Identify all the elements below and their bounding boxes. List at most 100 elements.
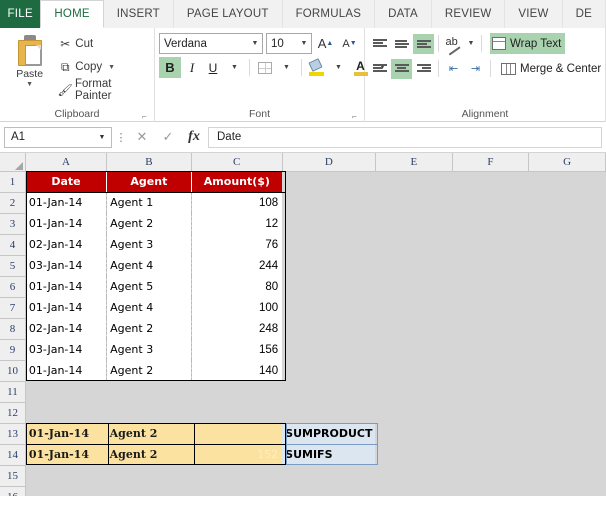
ribbon-tab-data[interactable]: DATA [375, 0, 432, 28]
cell-g10[interactable] [528, 360, 606, 381]
align-bottom-button[interactable] [413, 33, 434, 54]
cell-g14[interactable] [528, 444, 606, 465]
paste-dropdown-arrow[interactable]: ▼ [26, 81, 33, 88]
cell-f3[interactable] [452, 213, 529, 234]
increase-font-size-button[interactable]: A ▲ [315, 33, 336, 54]
chevron-down-icon[interactable]: ▼ [297, 40, 311, 47]
cell-e1[interactable] [375, 171, 453, 192]
enter-icon[interactable]: ✓ [156, 127, 180, 148]
align-middle-button[interactable] [391, 34, 412, 54]
cell-d15[interactable] [282, 465, 376, 486]
cell-c8[interactable]: 248 [191, 318, 283, 339]
align-top-button[interactable] [369, 34, 390, 54]
cell-d10[interactable] [282, 360, 376, 381]
cell-c15[interactable] [191, 465, 283, 486]
cell-a4[interactable]: 02-Jan-14 [25, 234, 108, 255]
align-center-button[interactable] [391, 58, 412, 79]
cell-e15[interactable] [375, 465, 453, 486]
cell-f5[interactable] [452, 255, 529, 276]
cell-g12[interactable] [528, 402, 606, 423]
cell-b7[interactable]: Agent 4 [106, 297, 192, 318]
cell-g13[interactable] [528, 423, 606, 444]
orientation-button[interactable]: ab [443, 34, 464, 56]
cell-a16[interactable] [25, 486, 107, 496]
cell-d9[interactable] [282, 339, 376, 360]
cell-a10[interactable]: 01-Jan-14 [25, 360, 108, 381]
column-header-a[interactable]: A [25, 153, 108, 172]
cell-f7[interactable] [452, 297, 529, 318]
borders-button[interactable] [254, 57, 275, 78]
cell-e11[interactable] [375, 381, 453, 402]
cell-b11[interactable] [106, 381, 192, 402]
formula-bar-handle[interactable]: ⋮ [112, 131, 130, 144]
column-header-g[interactable]: G [528, 153, 606, 172]
format-painter-button[interactable]: 🖌 Format Painter [55, 78, 150, 102]
cell-a9[interactable]: 03-Jan-14 [25, 339, 108, 360]
cell-c3[interactable]: 12 [191, 213, 283, 234]
decrease-font-size-button[interactable]: A ▼ [339, 33, 360, 54]
cell-g3[interactable] [528, 213, 606, 234]
cell-b15[interactable] [106, 465, 192, 486]
cell-f2[interactable] [452, 192, 529, 213]
formula-input[interactable]: Date [208, 126, 602, 148]
cell-g4[interactable] [528, 234, 606, 255]
row-header-3[interactable]: 3 [0, 213, 26, 235]
cell-c5[interactable]: 244 [191, 255, 283, 276]
orientation-dropdown-arrow[interactable]: ▼ [465, 34, 477, 54]
cell-e8[interactable] [375, 318, 453, 339]
font-name-combo[interactable]: Verdana ▼ [159, 33, 263, 54]
column-header-c[interactable]: C [191, 153, 283, 172]
cut-button[interactable]: ✂ Cut [55, 34, 150, 54]
cell-f4[interactable] [452, 234, 529, 255]
cell-e13[interactable] [375, 423, 453, 444]
cell-e7[interactable] [375, 297, 453, 318]
cell-g6[interactable] [528, 276, 606, 297]
row-header-4[interactable]: 4 [0, 234, 26, 256]
column-header-d[interactable]: D [282, 153, 376, 172]
ribbon-tab-home[interactable]: HOME [40, 0, 104, 28]
row-header-9[interactable]: 9 [0, 339, 26, 361]
cell-a15[interactable] [25, 465, 107, 486]
cell-b4[interactable]: Agent 3 [106, 234, 192, 255]
chevron-down-icon[interactable]: ▼ [93, 134, 111, 141]
column-header-f[interactable]: F [452, 153, 530, 172]
cell-a5[interactable]: 03-Jan-14 [25, 255, 108, 276]
cell-f11[interactable] [452, 381, 529, 402]
row-header-14[interactable]: 14 [0, 444, 26, 466]
cell-c1[interactable]: Amount($) [191, 171, 283, 192]
ribbon-tab-page-layout[interactable]: PAGE LAYOUT [173, 0, 283, 28]
cell-b3[interactable]: Agent 2 [106, 213, 192, 234]
cell-f12[interactable] [452, 402, 529, 423]
row-header-7[interactable]: 7 [0, 297, 26, 319]
cell-f10[interactable] [452, 360, 529, 381]
cell-c12[interactable] [191, 402, 283, 423]
copy-button[interactable]: ⧉ Copy ▼ [55, 57, 150, 77]
cell-f14[interactable] [452, 444, 529, 465]
row-header-16[interactable]: 16 [0, 486, 26, 496]
cell-b2[interactable]: Agent 1 [106, 192, 192, 213]
name-box[interactable]: A1 ▼ [4, 126, 112, 148]
cell-g2[interactable] [528, 192, 606, 213]
cell-g9[interactable] [528, 339, 606, 360]
cell-f8[interactable] [452, 318, 529, 339]
align-right-button[interactable] [413, 59, 434, 79]
cell-d1[interactable] [282, 171, 376, 192]
cell-d13[interactable]: SUMPRODUCT [282, 423, 376, 444]
cell-b9[interactable]: Agent 3 [106, 339, 192, 360]
cell-f1[interactable] [452, 171, 529, 192]
cell-g1[interactable] [528, 171, 606, 192]
cell-c10[interactable]: 140 [191, 360, 283, 381]
ribbon-tab-view[interactable]: VIEW [505, 0, 563, 28]
cell-e2[interactable] [375, 192, 453, 213]
cell-d16[interactable] [282, 486, 376, 496]
cell-a13[interactable]: 01-Jan-14 [25, 423, 107, 444]
cell-e12[interactable] [375, 402, 453, 423]
ribbon-tab-file[interactable]: FILE [0, 0, 41, 28]
cell-e3[interactable] [375, 213, 453, 234]
row-header-12[interactable]: 12 [0, 402, 26, 424]
ribbon-tab-insert[interactable]: INSERT [103, 0, 174, 28]
align-left-button[interactable] [369, 59, 390, 79]
row-header-5[interactable]: 5 [0, 255, 26, 277]
spreadsheet-grid[interactable]: A B C D E F G 1 Date Agent Amount($) 2 0… [0, 153, 606, 496]
cell-c13[interactable] [191, 423, 283, 444]
